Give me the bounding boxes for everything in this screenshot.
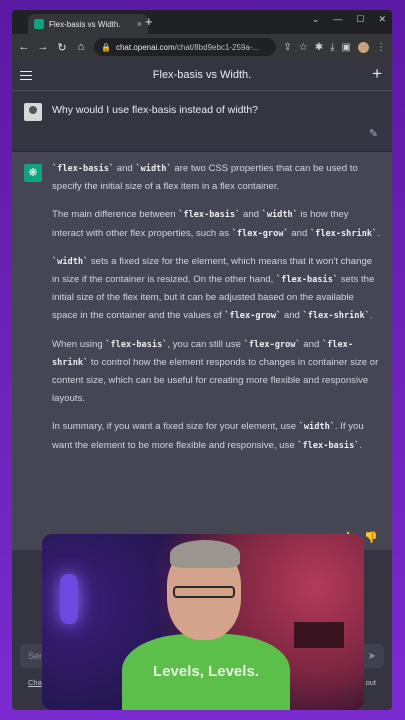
user-message: Why would I use flex-basis instead of wi… xyxy=(12,91,392,152)
user-avatar xyxy=(24,103,42,121)
inline-code: `flex-basis` xyxy=(297,440,360,451)
menu-icon[interactable] xyxy=(20,68,32,83)
close-icon[interactable]: ✕ xyxy=(378,14,386,25)
minimize-icon[interactable]: — xyxy=(333,14,342,25)
chatgpt-logo-icon: ❋ xyxy=(24,164,42,182)
presenter-glasses xyxy=(173,586,235,598)
footer-link[interactable]: Cha xyxy=(28,678,42,687)
answer-paragraph: `width` sets a fixed size for the elemen… xyxy=(52,253,382,326)
maximize-icon[interactable]: ☐ xyxy=(356,14,364,25)
send-icon[interactable]: ➤ xyxy=(368,651,376,662)
download-icon[interactable]: ⤓ xyxy=(330,42,334,53)
answer-paragraph: When using `flex-basis`, you can still u… xyxy=(52,336,382,409)
home-icon[interactable]: ⌂ xyxy=(75,41,87,53)
inline-code: `width` xyxy=(52,256,89,267)
url-input[interactable]: 🔒 chat.openai.com/chat/8bd9ebc1-259a-... xyxy=(94,38,277,56)
chevron-down-icon[interactable]: ⌄ xyxy=(312,14,320,25)
url-host: chat.openai.com xyxy=(115,42,175,52)
address-bar: ← → ↻ ⌂ 🔒 chat.openai.com/chat/8bd9ebc1-… xyxy=(12,34,392,60)
url-path: /chat/8bd9ebc1-259a-... xyxy=(174,42,260,52)
webcam-overlay: Levels, Levels. xyxy=(42,534,364,710)
tab-close-icon[interactable]: × xyxy=(137,19,142,29)
answer-text: . xyxy=(359,439,363,451)
inline-code: `flex-grow` xyxy=(224,311,282,322)
inline-code: `width` xyxy=(298,422,335,433)
presenter-shirt: Levels, Levels. xyxy=(122,634,290,710)
inline-code: `flex-basis` xyxy=(275,275,339,286)
chatgpt-favicon-icon xyxy=(34,19,44,29)
share-icon[interactable]: ⇪ xyxy=(283,42,291,53)
inline-code: `flex-grow` xyxy=(243,339,301,350)
new-chat-button[interactable]: + xyxy=(372,65,382,83)
answer-paragraph: The main difference between `flex-basis`… xyxy=(52,206,382,242)
inline-code: `flex-basis` xyxy=(52,164,115,174)
inline-code: `flex-basis` xyxy=(105,339,168,350)
answer-text: and xyxy=(240,209,262,221)
answer-text: and xyxy=(281,310,303,322)
background-shelf xyxy=(294,622,344,648)
lock-icon: 🔒 xyxy=(101,42,111,52)
forward-icon[interactable]: → xyxy=(37,41,49,53)
edit-icon[interactable]: ✎ xyxy=(369,127,378,140)
inline-code: `width` xyxy=(261,210,298,221)
assistant-answer: `flex-basis` and `width` are two CSS pro… xyxy=(52,160,382,465)
reload-icon[interactable]: ↻ xyxy=(56,41,68,54)
user-question: Why would I use flex-basis instead of wi… xyxy=(52,104,259,116)
new-tab-button[interactable]: + xyxy=(145,15,153,29)
tab-bar: Flex-basis vs Width. × + ⌄ — ☐ ✕ xyxy=(12,10,392,34)
back-icon[interactable]: ← xyxy=(18,41,30,53)
answer-paragraph: In summary, if you want a fixed size for… xyxy=(52,418,382,454)
answer-text: In summary, if you want a fixed size for… xyxy=(52,421,299,433)
assistant-message: ❋ `flex-basis` and `width` are two CSS p… xyxy=(12,152,392,552)
tab-title: Flex-basis vs Width. xyxy=(49,19,121,29)
lamp-light xyxy=(60,574,78,624)
answer-text: to control how the element responds to c… xyxy=(52,356,379,405)
answer-text: . xyxy=(369,310,373,322)
browser-tab[interactable]: Flex-basis vs Width. × xyxy=(28,14,148,34)
inline-code: `flex-grow` xyxy=(231,228,289,239)
answer-text: and xyxy=(288,227,310,239)
menu-dots-icon[interactable]: ⋮ xyxy=(376,42,386,53)
thumbs-down-icon[interactable]: 👎 xyxy=(364,531,378,544)
window-controls: ⌄ — ☐ ✕ xyxy=(312,14,386,25)
answer-text: , you can still use xyxy=(167,338,244,350)
answer-text: . xyxy=(377,227,380,239)
answer-paragraph: `flex-basis` and `width` are two CSS pro… xyxy=(52,160,382,196)
footer-right-text: out xyxy=(365,678,376,687)
answer-text: and xyxy=(300,338,322,350)
sidebar-icon[interactable]: ▣ xyxy=(342,42,351,53)
presenter-hair xyxy=(170,540,240,568)
chat-header: Flex-basis vs Width. + xyxy=(12,60,392,91)
inline-code: `width` xyxy=(135,164,172,174)
answer-text: and xyxy=(114,163,136,174)
inline-code: `flex-basis` xyxy=(178,210,241,221)
extensions-icon[interactable]: ✱ xyxy=(315,42,323,53)
inline-code: `flex-shrink` xyxy=(302,311,370,322)
chat-title: Flex-basis vs Width. xyxy=(152,69,252,81)
profile-avatar[interactable] xyxy=(358,41,369,53)
inline-code: `flex-shrink` xyxy=(309,228,378,239)
star-icon[interactable]: ☆ xyxy=(299,42,308,53)
answer-text: The main difference between xyxy=(52,209,179,221)
answer-text: When using xyxy=(52,338,106,350)
